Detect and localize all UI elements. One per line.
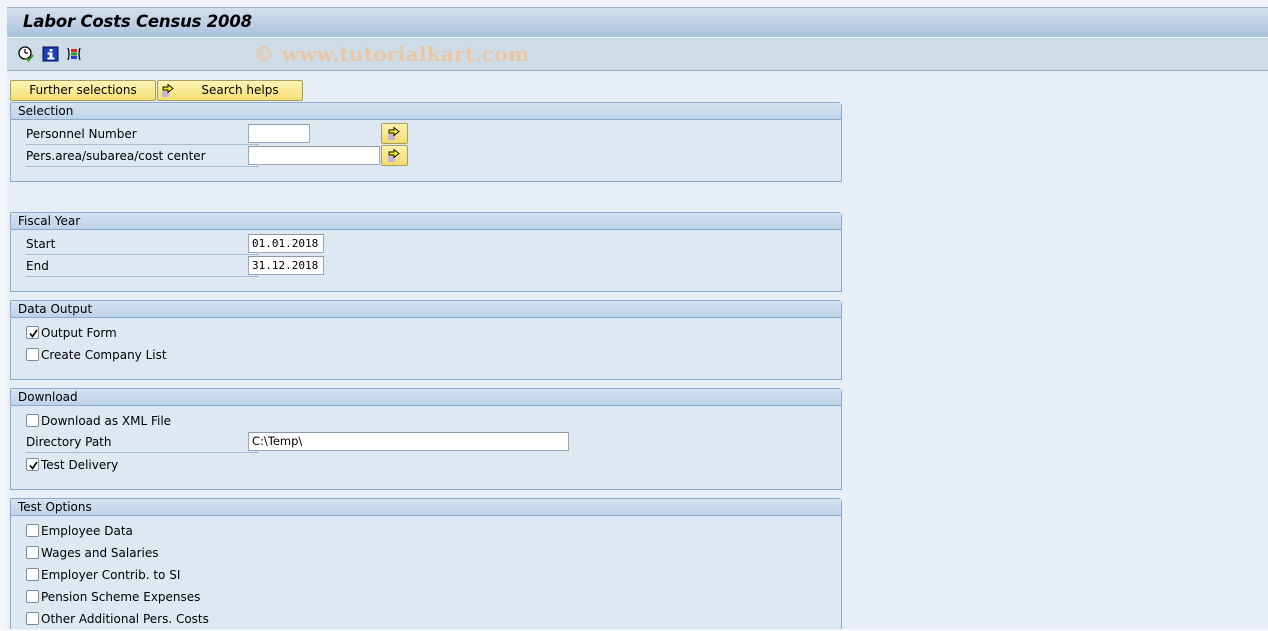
further-selections-button[interactable]: Further selections [10,80,156,101]
other-pers-costs-checkbox[interactable] [26,612,39,625]
title-bar: Labor Costs Census 2008 [7,7,1268,38]
create-company-list-checkbox[interactable] [26,348,39,361]
search-helps-arrow-icon [162,83,174,97]
download-group-title: Download [11,389,841,406]
pension-scheme-checkbox[interactable] [26,590,39,603]
selection-group: Selection Personnel Number Pers.area/sub… [10,102,842,182]
fiscal-year-group-title: Fiscal Year [11,213,841,230]
test-options-group: Test Options Employee Data Wages and Sal… [10,498,842,631]
search-helps-button[interactable]: Search helps [157,80,303,101]
start-date-label: Start [26,234,259,255]
data-output-group: Data Output Output Form Create Company L… [10,300,842,380]
end-date-input[interactable]: 31.12.2018 [248,256,324,275]
execute-clock-icon[interactable] [17,45,35,63]
pers-area-input[interactable] [248,146,380,165]
wages-salaries-checkbox[interactable] [26,546,39,559]
fiscal-year-group: Fiscal Year Start 01.01.2018 End 31.12.2… [10,212,842,292]
window-top-border [0,0,1268,7]
application-toolbar: © www.tutorialkart.com [7,38,1268,71]
multiple-selection-arrow-icon [388,126,400,140]
output-form-checkbox[interactable] [26,326,39,339]
directory-path-label: Directory Path [26,432,259,453]
multiple-selection-arrow-icon [388,148,400,162]
pers-area-label: Pers.area/subarea/cost center [26,146,259,167]
selection-group-title: Selection [11,103,841,120]
personnel-number-label: Personnel Number [26,124,259,145]
checkmark-icon [29,329,38,338]
download-xml-checkbox[interactable] [26,414,39,427]
directory-path-input[interactable]: C:\Temp\ [248,432,569,451]
personnel-number-multiple-selection-button[interactable] [381,123,408,144]
data-output-group-title: Data Output [11,301,841,318]
employer-contrib-checkbox[interactable] [26,568,39,581]
pers-area-multiple-selection-button[interactable] [381,145,408,166]
info-icon[interactable] [42,45,60,63]
start-date-input[interactable]: 01.01.2018 [248,234,324,253]
personnel-number-input[interactable] [248,124,310,143]
window-left-border [0,7,7,631]
watermark: © www.tutorialkart.com [254,42,530,66]
checkmark-icon [29,461,38,470]
selection-options-icon[interactable] [65,45,83,63]
test-options-group-title: Test Options [11,499,841,516]
employee-data-checkbox[interactable] [26,524,39,537]
page-title: Labor Costs Census 2008 [23,12,252,31]
end-date-label: End [26,256,259,277]
test-delivery-checkbox[interactable] [26,458,39,471]
download-group: Download Download as XML File Directory … [10,388,842,490]
